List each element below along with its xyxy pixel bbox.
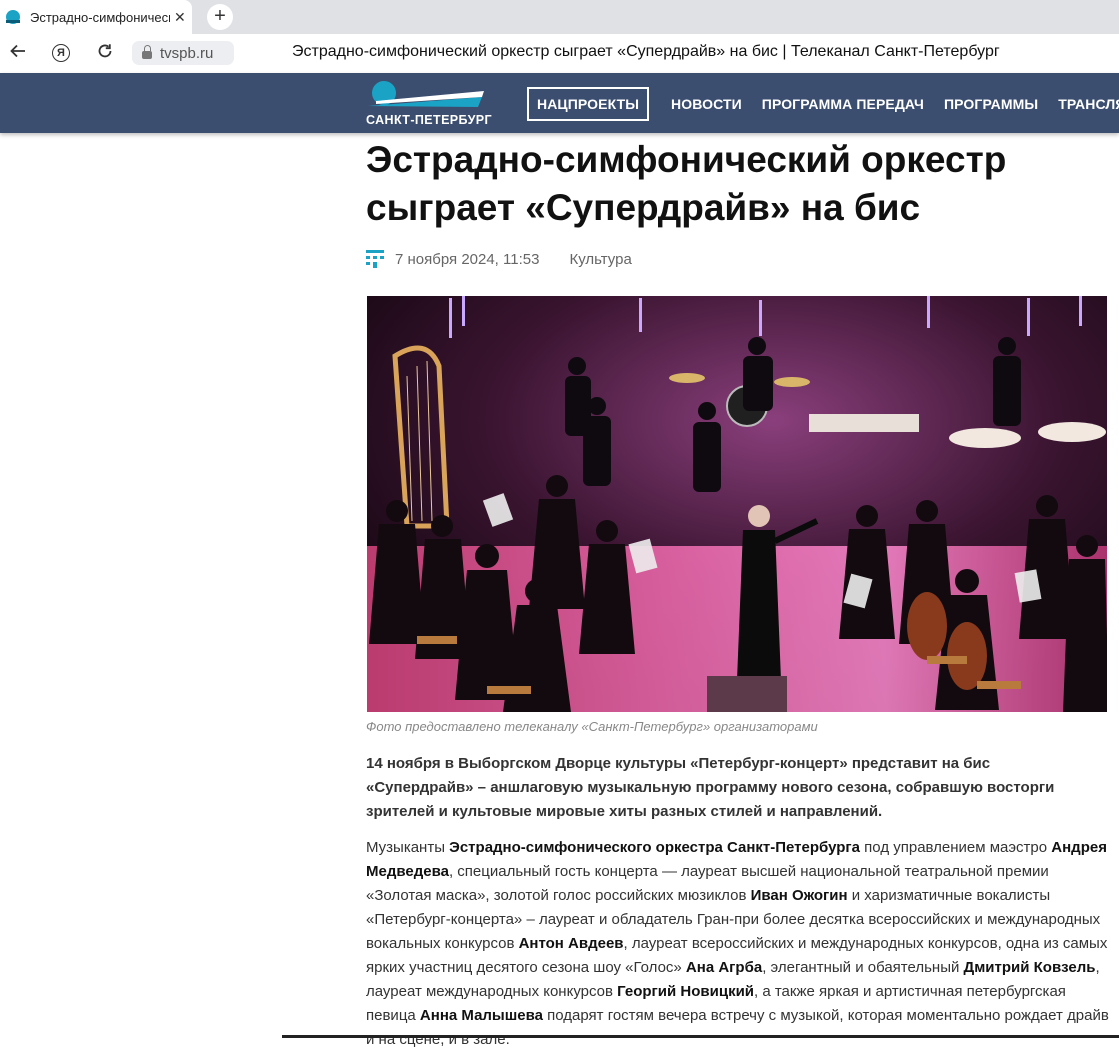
nav-item-broadcasts[interactable]: ТРАНСЛЯЦИИ: [1058, 96, 1119, 112]
yandex-icon[interactable]: Я: [52, 44, 70, 62]
guest-name: Иван Ожогин: [750, 887, 848, 904]
main-nav: НАЦПРОЕКТЫ НОВОСТИ ПРОГРАММА ПЕРЕДАЧ ПРО…: [527, 87, 1119, 121]
vocalist-malysheva: Анна Малышева: [419, 1007, 543, 1024]
calendar-icon: [366, 250, 384, 268]
article-category-link[interactable]: Культура: [569, 251, 631, 268]
article-lead: 14 ноября в Выборгском Дворце культуры «…: [366, 755, 1055, 820]
browser-tab[interactable]: Эстрадно-симфонический оркестр сыграет «…: [0, 0, 192, 34]
vocalist-avdeev: Антон Авдеев: [518, 935, 624, 952]
logo-emblem-icon: [368, 81, 484, 107]
nav-item-natsproekty[interactable]: НАЦПРОЕКТЫ: [527, 87, 650, 121]
reload-icon[interactable]: [94, 42, 116, 64]
site-favicon-icon: [6, 10, 20, 24]
article-body: Музыканты Эстрадно-симфонического оркест…: [366, 839, 1109, 1048]
back-arrow-icon[interactable]: [7, 42, 29, 64]
nav-item-news[interactable]: НОВОСТИ: [671, 96, 742, 112]
logo-text: САНКТ-ПЕТЕРБУРГ: [366, 113, 493, 127]
url-text: tvspb.ru: [160, 44, 214, 62]
site-header: САНКТ-ПЕТЕРБУРГ НАЦПРОЕКТЫ НОВОСТИ ПРОГР…: [0, 73, 1119, 133]
orchestra-name: Эстрадно-симфонического оркестра Санкт-П…: [449, 839, 861, 856]
article-meta: 7 ноября 2024, 11:53 Культура: [366, 250, 632, 268]
tab-title: Эстрадно-симфонический оркестр сыграет «…: [30, 9, 170, 25]
photo-caption: Фото предоставлено телеканалу «Санкт-Пет…: [366, 719, 818, 734]
site-logo[interactable]: САНКТ-ПЕТЕРБУРГ: [366, 79, 493, 129]
vocalist-novitsky: Георгий Новицкий: [617, 983, 755, 1000]
vocalist-kovzel: Дмитрий Ковзель: [963, 959, 1096, 976]
address-bar: Я tvspb.ru Эстрадно-симфонический оркест…: [0, 34, 1119, 74]
url-field[interactable]: tvspb.ru: [132, 41, 234, 65]
close-icon[interactable]: ✕: [174, 9, 186, 26]
nav-item-programs[interactable]: ПРОГРАММЫ: [944, 96, 1038, 112]
new-tab-button[interactable]: +: [207, 4, 233, 30]
article-date: 7 ноября 2024, 11:53: [395, 250, 540, 268]
nav-item-tv-schedule[interactable]: ПРОГРАММА ПЕРЕДАЧ: [762, 96, 924, 112]
lock-icon: [142, 45, 152, 59]
article-photo: [367, 296, 1107, 712]
vocalist-agrba: Ана Агрба: [685, 959, 763, 976]
page-title-in-address-bar: Эстрадно-симфонический оркестр сыграет «…: [292, 43, 1000, 60]
browser-tab-bar: Эстрадно-симфонический оркестр сыграет «…: [0, 0, 1119, 34]
article-title: Эстрадно-симфонический оркестр сыграет «…: [366, 139, 1007, 228]
